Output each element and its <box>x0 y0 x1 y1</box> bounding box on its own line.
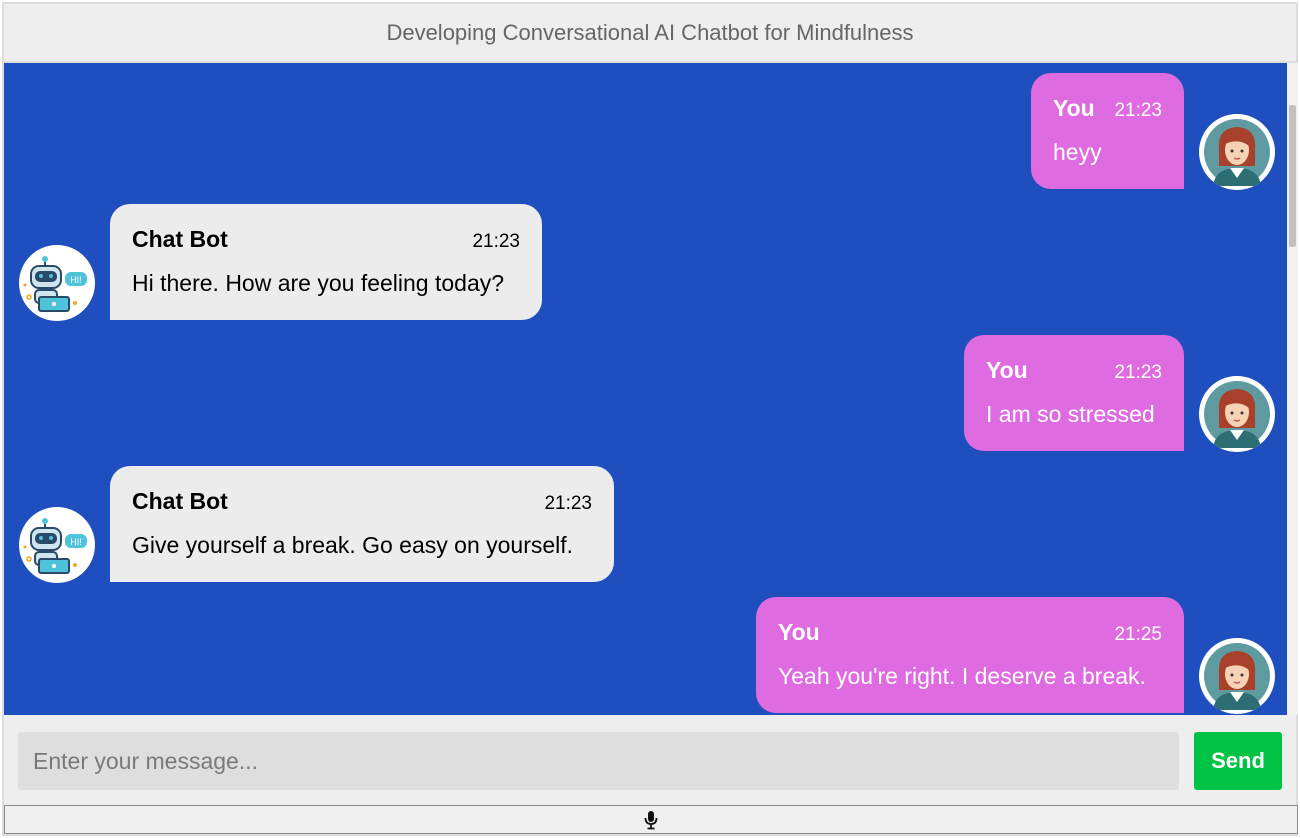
message-text: Give yourself a break. Go easy on yourse… <box>132 532 574 558</box>
bot-message-bubble: Chat Bot 21:23 Give yourself a break. Go… <box>110 466 614 582</box>
user-message-bubble: You 21:25 Yeah you're right. I deserve a… <box>756 597 1184 713</box>
message-text: heyy <box>1053 139 1102 165</box>
svg-text:HI!: HI! <box>70 537 82 547</box>
bot-avatar-icon: HI! <box>19 507 95 583</box>
message-sender: You <box>1053 95 1095 121</box>
woman-avatar-icon <box>1204 643 1270 710</box>
message-text: Yeah you're right. I deserve a break. <box>778 663 1146 689</box>
message-input[interactable] <box>18 732 1179 790</box>
bot-message-bubble: Chat Bot 21:23 Hi there. How are you fee… <box>110 204 542 320</box>
message-time: 21:23 <box>1114 100 1162 121</box>
microphone-icon <box>644 810 658 829</box>
woman-avatar-icon <box>1204 381 1270 448</box>
page-title: Developing Conversational AI Chatbot for… <box>386 19 914 45</box>
robot-avatar-icon: HI! <box>23 518 87 574</box>
user-message-bubble: You 21:23 heyy <box>1031 73 1184 189</box>
robot-avatar-icon: HI! <box>23 256 87 312</box>
woman-avatar-icon <box>1204 119 1270 186</box>
message-time: 21:23 <box>472 231 520 252</box>
message-time: 21:25 <box>1114 624 1162 645</box>
message-time: 21:23 <box>1114 362 1162 383</box>
header: Developing Conversational AI Chatbot for… <box>4 4 1296 63</box>
message-sender: You <box>778 619 820 645</box>
user-message-bubble: You 21:23 I am so stressed <box>964 335 1184 451</box>
user-avatar-icon <box>1199 114 1275 190</box>
message-sender: You <box>986 357 1028 383</box>
user-avatar-icon <box>1199 376 1275 452</box>
chat-scrollbar[interactable] <box>1287 63 1298 715</box>
chat-app: Developing Conversational AI Chatbot for… <box>2 2 1298 836</box>
message-composer: Send <box>4 715 1296 805</box>
chat-area[interactable]: You 21:23 heyy HI! Chat Bot 21:23 Hi the… <box>4 63 1287 715</box>
send-button[interactable]: Send <box>1194 732 1282 790</box>
message-time: 21:23 <box>544 493 592 514</box>
message-sender: Chat Bot <box>132 488 228 514</box>
bot-avatar-icon: HI! <box>19 245 95 321</box>
message-text: I am so stressed <box>986 401 1155 427</box>
microphone-button[interactable] <box>4 805 1298 834</box>
scrollbar-thumb[interactable] <box>1289 105 1296 247</box>
message-sender: Chat Bot <box>132 226 228 252</box>
svg-text:HI!: HI! <box>70 275 82 285</box>
message-text: Hi there. How are you feeling today? <box>132 270 505 296</box>
user-avatar-icon <box>1199 638 1275 714</box>
